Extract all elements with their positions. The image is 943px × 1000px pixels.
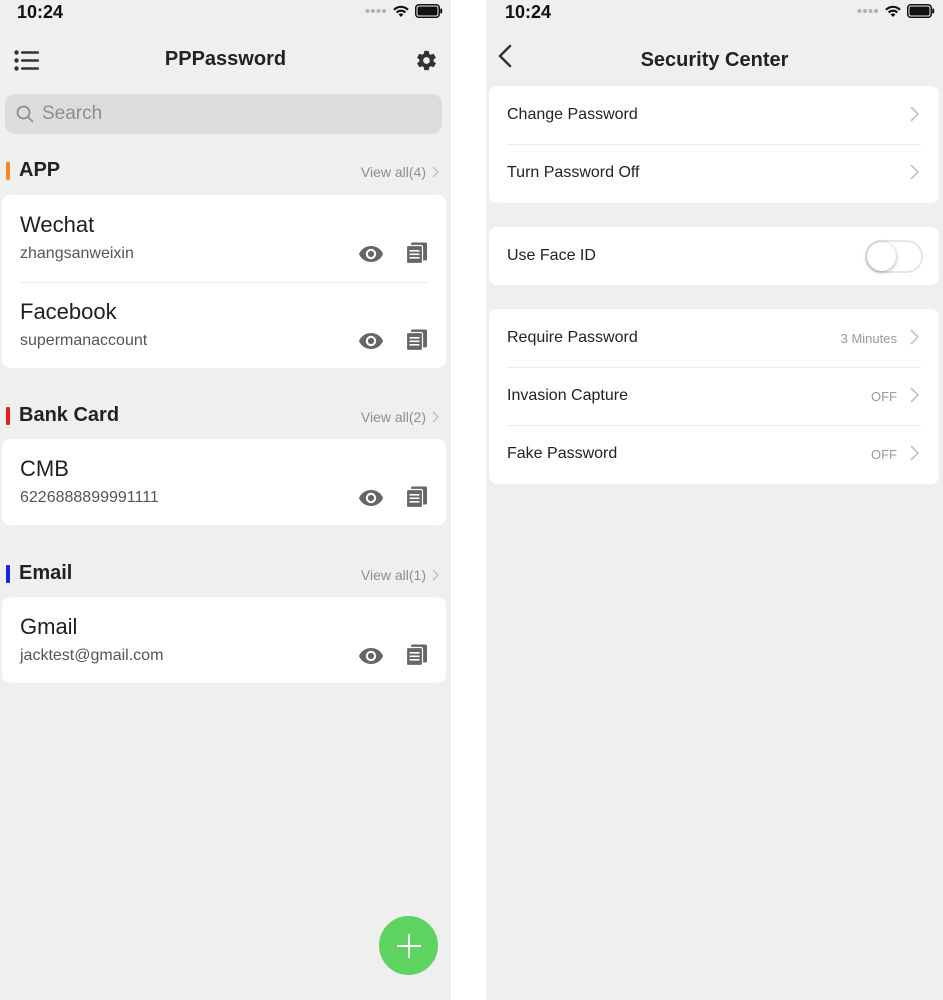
- setting-label: Turn Password Off: [507, 164, 640, 181]
- setting-value: 3 Minutes: [840, 331, 897, 346]
- setting-label: Change Password: [507, 106, 638, 123]
- toggle-knob: [867, 242, 896, 271]
- invasion-capture-row[interactable]: Invasion Capture OFF: [489, 367, 939, 425]
- use-face-id-row: Use Face ID: [489, 227, 939, 285]
- search-icon: [16, 105, 34, 123]
- view-all-app-link[interactable]: View all(4): [361, 164, 439, 180]
- copy-icon[interactable]: [406, 644, 428, 666]
- protection-settings-group: Require Password 3 Minutes Invasion Capt…: [489, 309, 939, 484]
- face-id-group: Use Face ID: [489, 227, 939, 285]
- setting-label: Invasion Capture: [507, 387, 628, 404]
- entry-title: CMB: [20, 456, 69, 481]
- list-item-cmb[interactable]: CMB 6226888899991111: [2, 439, 446, 526]
- chevron-right-icon: [910, 445, 919, 461]
- plus-icon: [396, 933, 421, 958]
- section-title: APP: [19, 159, 61, 181]
- status-bar: 10:24: [0, 0, 451, 26]
- bank-card-card: CMB 6226888899991111: [2, 439, 446, 525]
- list-item-gmail[interactable]: Gmail jacktest@gmail.com: [2, 597, 446, 684]
- entry-title: Facebook: [20, 299, 117, 324]
- battery-icon: [415, 4, 443, 18]
- setting-label: Use Face ID: [507, 247, 596, 264]
- eye-icon[interactable]: [358, 245, 384, 263]
- require-password-row[interactable]: Require Password 3 Minutes: [489, 309, 939, 367]
- password-settings-group: Change Password Turn Password Off: [489, 86, 939, 203]
- view-all-email-link[interactable]: View all(1): [361, 567, 439, 583]
- section-header-email: Email View all(1): [0, 562, 451, 588]
- setting-value: OFF: [871, 447, 897, 462]
- copy-icon[interactable]: [406, 329, 428, 351]
- signal-icon: [857, 9, 878, 13]
- copy-icon[interactable]: [406, 486, 428, 508]
- status-icons: [365, 4, 443, 18]
- eye-icon[interactable]: [358, 332, 384, 350]
- status-bar: 10:24: [486, 0, 943, 26]
- chevron-right-icon: [910, 106, 919, 122]
- section-color-bar: [6, 565, 10, 583]
- search-input[interactable]: [42, 103, 422, 125]
- fake-password-row[interactable]: Fake Password OFF: [489, 425, 939, 483]
- entry-account: 6226888899991111: [20, 489, 159, 506]
- gear-icon[interactable]: [415, 49, 438, 72]
- status-icons: [857, 4, 935, 18]
- add-entry-button[interactable]: [379, 916, 438, 975]
- view-all-label: View all(2): [360, 409, 426, 425]
- turn-password-off-row[interactable]: Turn Password Off: [489, 144, 939, 202]
- section-title: Bank Card: [19, 404, 120, 426]
- password-list-screen: 10:24 PPPassword APP View all(4) Wechat …: [0, 0, 451, 1000]
- page-title: Security Center: [640, 49, 789, 71]
- entry-title: Wechat: [20, 212, 95, 237]
- entry-account: supermanaccount: [20, 332, 148, 349]
- status-time: 10:24: [505, 2, 552, 22]
- chevron-right-icon: [432, 411, 439, 423]
- copy-icon[interactable]: [406, 242, 428, 264]
- view-all-label: View all(4): [360, 164, 426, 180]
- list-item-facebook[interactable]: Facebook supermanaccount: [2, 282, 446, 369]
- app-card: Wechat zhangsanweixin Facebook supermana…: [2, 195, 446, 368]
- section-title: Email: [19, 562, 73, 584]
- face-id-toggle[interactable]: [865, 240, 923, 273]
- email-card: Gmail jacktest@gmail.com: [2, 597, 446, 683]
- entry-account: zhangsanweixin: [20, 245, 134, 262]
- setting-value: OFF: [871, 389, 897, 404]
- eye-icon[interactable]: [358, 647, 384, 665]
- entry-account: jacktest@gmail.com: [20, 647, 164, 664]
- change-password-row[interactable]: Change Password: [489, 86, 939, 144]
- security-center-screen: 10:24 Security Center Change Password Tu…: [486, 0, 943, 1000]
- wifi-icon: [885, 5, 901, 17]
- chevron-right-icon: [432, 166, 439, 178]
- section-header-bank-card: Bank Card View all(2): [0, 404, 451, 430]
- search-bar[interactable]: [5, 94, 442, 134]
- chevron-right-icon: [432, 569, 439, 581]
- battery-icon: [907, 4, 935, 18]
- wifi-icon: [393, 5, 409, 17]
- chevron-right-icon: [910, 164, 919, 180]
- status-time: 10:24: [17, 2, 64, 22]
- view-all-bank-card-link[interactable]: View all(2): [361, 409, 439, 425]
- page-title: PPPassword: [164, 48, 287, 70]
- eye-icon[interactable]: [358, 489, 384, 507]
- signal-icon: [365, 9, 386, 13]
- list-item-wechat[interactable]: Wechat zhangsanweixin: [2, 195, 446, 282]
- setting-label: Require Password: [507, 329, 638, 346]
- chevron-right-icon: [910, 329, 919, 345]
- setting-label: Fake Password: [507, 445, 618, 462]
- entry-title: Gmail: [20, 614, 78, 639]
- chevron-right-icon: [910, 387, 919, 403]
- section-color-bar: [6, 407, 10, 425]
- section-color-bar: [6, 162, 10, 180]
- section-header-app: APP View all(4): [0, 159, 451, 185]
- view-all-label: View all(1): [360, 567, 426, 583]
